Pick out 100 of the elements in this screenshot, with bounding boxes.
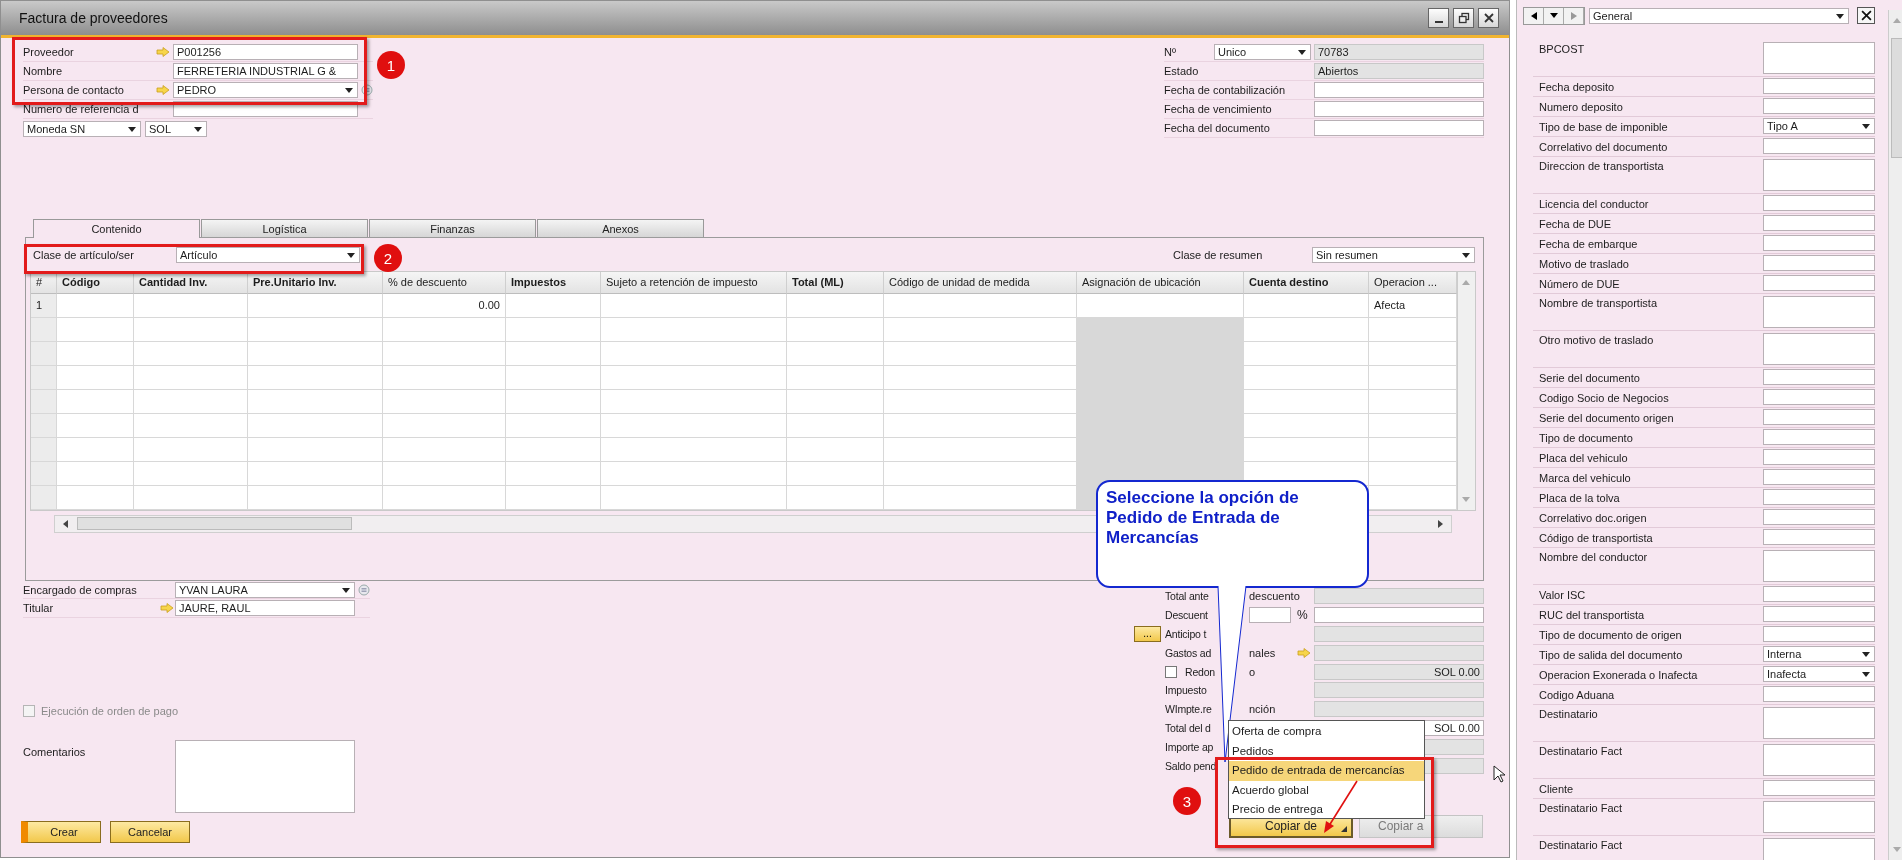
text-field[interactable] xyxy=(1763,235,1875,251)
link-arrow-icon[interactable] xyxy=(1297,647,1311,658)
text-field[interactable] xyxy=(1763,529,1875,545)
text-field[interactable] xyxy=(1763,369,1875,385)
text-field[interactable] xyxy=(1763,78,1875,94)
text-field[interactable]: JAURE, RAUL xyxy=(175,600,355,616)
column-header[interactable]: % de descuento xyxy=(383,272,506,294)
link-arrow-icon[interactable] xyxy=(160,603,174,613)
buyer-dropdown[interactable]: YVAN LAURA xyxy=(175,581,355,598)
menu-item[interactable]: Oferta de compra xyxy=(1229,722,1424,742)
tab[interactable]: Logística xyxy=(201,219,368,237)
text-field[interactable] xyxy=(1763,389,1875,405)
item-type-dropdown[interactable]: Artículo xyxy=(176,247,360,263)
text-field[interactable] xyxy=(1763,275,1875,291)
text-field[interactable] xyxy=(1763,626,1875,642)
dropdown-field[interactable]: PEDRO xyxy=(173,82,358,98)
text-field[interactable] xyxy=(1763,469,1875,485)
text-field[interactable] xyxy=(1763,509,1875,525)
column-header[interactable]: Cuenta destino xyxy=(1244,272,1369,294)
text-area[interactable] xyxy=(1763,837,1875,860)
menu-item[interactable]: Acuerdo global xyxy=(1229,780,1424,800)
column-header[interactable]: Cantidad Inv. xyxy=(134,272,248,294)
link-arrow-icon[interactable] xyxy=(156,47,170,57)
ellipsis-button[interactable]: ... xyxy=(1134,626,1161,642)
restore-button[interactable] xyxy=(1453,8,1474,28)
checkbox[interactable] xyxy=(1165,665,1177,678)
currency-type-dropdown[interactable]: Moneda SN xyxy=(23,120,141,137)
text-area[interactable] xyxy=(1763,158,1875,191)
dropdown-field[interactable]: Interna xyxy=(1763,646,1875,662)
text-field[interactable]: P001256 xyxy=(173,44,358,60)
text-area[interactable] xyxy=(1763,549,1875,582)
minimize-button[interactable] xyxy=(1428,8,1449,28)
amount-field[interactable] xyxy=(1314,701,1484,718)
text-field[interactable]: FERRETERIA INDUSTRIAL G & xyxy=(173,63,358,79)
close-button[interactable] xyxy=(1857,7,1875,25)
text-field[interactable] xyxy=(1314,120,1484,136)
percent-field[interactable] xyxy=(1249,607,1291,624)
field-label: Tipo de documento xyxy=(1538,430,1633,444)
callout-tooltip: Seleccione la opción de Pedido de Entrada de Mercancías xyxy=(1096,480,1369,588)
column-header[interactable]: Código de unidad de medida xyxy=(884,272,1077,294)
text-field[interactable] xyxy=(1763,255,1875,271)
text-area[interactable] xyxy=(1763,743,1875,776)
info-icon[interactable] xyxy=(358,583,370,596)
text-field[interactable]: 70783 xyxy=(1314,44,1484,60)
form-button[interactable]: Crear xyxy=(21,821,101,843)
text-field[interactable] xyxy=(1763,195,1875,211)
tab[interactable]: Anexos xyxy=(537,219,704,237)
view-dropdown[interactable]: General xyxy=(1589,7,1849,24)
dropdown-arrow-icon xyxy=(347,253,355,258)
text-field[interactable] xyxy=(1763,449,1875,465)
summary-type-dropdown[interactable]: Sin resumen xyxy=(1312,247,1475,263)
menu-item[interactable]: Pedido de entrada de mercancías xyxy=(1229,761,1424,781)
vertical-scrollbar[interactable] xyxy=(1888,10,1902,860)
vertical-scrollbar[interactable] xyxy=(1457,272,1475,510)
text-field[interactable] xyxy=(1763,409,1875,425)
currency-dropdown[interactable]: SOL xyxy=(145,120,207,137)
menu-item[interactable]: Pedidos xyxy=(1229,741,1424,761)
amount-field[interactable] xyxy=(1314,644,1484,661)
text-field[interactable] xyxy=(1763,138,1875,154)
text-area[interactable] xyxy=(1763,706,1875,739)
text-field[interactable] xyxy=(1763,586,1875,602)
field-label: nales xyxy=(1249,646,1276,659)
column-header[interactable]: Pre.Unitario Inv. xyxy=(248,272,383,294)
dropdown-field[interactable]: Inafecta xyxy=(1763,666,1875,682)
tab[interactable]: Contenido xyxy=(33,219,200,238)
amount-field[interactable] xyxy=(1314,626,1484,642)
text-field[interactable] xyxy=(1314,82,1484,98)
text-area[interactable] xyxy=(1763,41,1875,74)
field-label: Fecha del documento xyxy=(1164,122,1271,134)
text-field[interactable] xyxy=(1763,215,1875,231)
amount-field[interactable] xyxy=(1314,682,1484,699)
field-label: Codigo Aduana xyxy=(1538,687,1615,701)
link-arrow-icon[interactable] xyxy=(156,85,170,95)
dropdown-field[interactable]: Tipo A xyxy=(1763,118,1875,134)
text-field[interactable] xyxy=(1763,686,1875,702)
column-header[interactable]: Total (ML) xyxy=(787,272,884,294)
amount-field[interactable]: SOL 0.00 xyxy=(1314,663,1484,680)
amount-field[interactable] xyxy=(1314,588,1484,605)
comments-field[interactable] xyxy=(175,740,355,813)
text-area[interactable] xyxy=(1763,332,1875,365)
text-field[interactable] xyxy=(1763,429,1875,445)
text-field[interactable]: Abiertos xyxy=(1314,63,1484,79)
text-field[interactable] xyxy=(1314,101,1484,117)
tab[interactable]: Finanzas xyxy=(369,219,536,237)
text-area[interactable] xyxy=(1763,800,1875,833)
checkbox-label: Ejecución de orden de pago xyxy=(41,705,178,718)
form-button[interactable]: Cancelar xyxy=(110,821,190,843)
info-icon[interactable] xyxy=(361,84,373,96)
text-field[interactable] xyxy=(1763,489,1875,505)
column-header[interactable]: Código xyxy=(57,272,134,294)
text-field[interactable] xyxy=(1763,780,1875,796)
text-area[interactable] xyxy=(1763,295,1875,328)
series-dropdown[interactable]: Unico xyxy=(1214,44,1311,60)
amount-field[interactable] xyxy=(1314,607,1484,624)
column-header[interactable]: Impuestos xyxy=(506,272,601,294)
table-cell xyxy=(31,486,57,510)
column-header[interactable]: Sujeto a retención de impuesto xyxy=(601,272,787,294)
close-button[interactable] xyxy=(1478,8,1499,28)
text-field[interactable] xyxy=(1763,98,1875,114)
text-field[interactable] xyxy=(1763,606,1875,622)
